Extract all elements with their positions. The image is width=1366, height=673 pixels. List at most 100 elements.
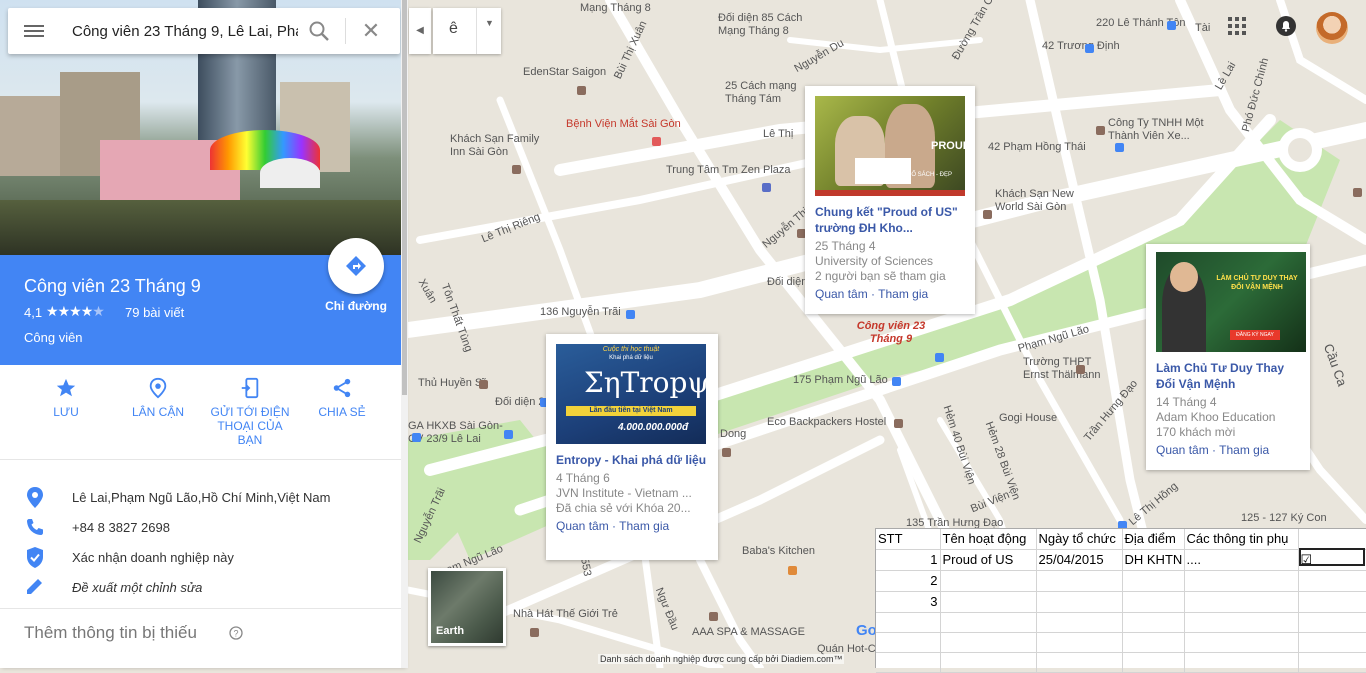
table-cell[interactable]	[876, 612, 941, 633]
shop-pin-icon[interactable]	[762, 183, 771, 192]
claim-row[interactable]: Xác nhận doanh nghiệp này	[0, 543, 404, 573]
event-image[interactable]: PROUD PHỐ SÁCH - ĐẸP	[815, 96, 965, 196]
table-cell[interactable]	[1184, 652, 1299, 673]
school-pin-icon[interactable]	[1076, 365, 1085, 374]
table-cell[interactable]: DH KHTN	[1122, 549, 1185, 571]
hotel-pin-icon[interactable]	[722, 448, 731, 457]
table-cell[interactable]	[940, 591, 1037, 613]
column-header-cell[interactable]: Các thông tin phụ	[1184, 529, 1299, 550]
pin-icon[interactable]	[577, 86, 586, 95]
table-cell[interactable]	[940, 632, 1037, 653]
hotel-pin-icon[interactable]	[894, 419, 903, 428]
event-title[interactable]: Entropy - Khai phá dữ liệu	[556, 452, 708, 468]
table-cell[interactable]	[1122, 591, 1185, 613]
send-to-phone-button[interactable]: GỬI TỚI ĐIỆN THOẠI CỦA BẠN	[205, 377, 295, 447]
event-image[interactable]: LÀM CHỦ TƯ DUY THAY ĐỔI VẬN MỆNH ĐĂNG KÝ…	[1156, 252, 1306, 352]
company-pin-icon[interactable]	[1096, 126, 1105, 135]
event-card[interactable]: LÀM CHỦ TƯ DUY THAY ĐỔI VẬN MỆNH ĐĂNG KÝ…	[1146, 244, 1310, 470]
table-cell[interactable]	[1122, 612, 1185, 633]
table-cell[interactable]	[1184, 591, 1299, 613]
pin-icon[interactable]	[530, 628, 539, 637]
bus-stop-icon[interactable]	[892, 377, 901, 386]
event-image[interactable]: Cuộc thi học thuật Khai phá dữ liệu ΣηTr…	[556, 344, 706, 444]
table-cell[interactable]: 25/04/2015	[1036, 549, 1123, 571]
hotel-pin-icon[interactable]	[983, 210, 992, 219]
search-icon[interactable]	[308, 20, 330, 42]
panel-scrollbar-thumb[interactable]	[402, 0, 407, 395]
pin-icon[interactable]	[1353, 188, 1362, 197]
table-cell[interactable]	[1298, 591, 1366, 613]
table-cell[interactable]	[1122, 632, 1185, 653]
address-row[interactable]: Lê Lai,Phạm Ngũ Lão,Hồ Chí Minh,Việt Nam	[0, 483, 404, 513]
table-cell[interactable]	[876, 632, 941, 653]
column-header-cell[interactable]: Địa điểm	[1122, 529, 1185, 550]
join-link[interactable]: Tham gia	[1219, 443, 1269, 457]
table-cell[interactable]: Proud of US	[940, 549, 1037, 571]
event-card[interactable]: Cuộc thi học thuật Khai phá dữ liệu ΣηTr…	[546, 334, 718, 560]
join-link[interactable]: Tham gia	[878, 287, 928, 301]
table-cell[interactable]	[1036, 652, 1123, 673]
join-link[interactable]: Tham gia	[619, 519, 669, 533]
menu-icon[interactable]	[22, 22, 46, 40]
table-cell[interactable]	[1036, 591, 1123, 613]
bus-stop-icon[interactable]	[626, 310, 635, 319]
avatar[interactable]	[1316, 12, 1348, 44]
interested-link[interactable]: Quan tâm	[815, 287, 868, 301]
directions-label[interactable]: Chỉ đường	[318, 299, 394, 313]
table-cell[interactable]	[940, 612, 1037, 633]
table-cell[interactable]	[1122, 652, 1185, 673]
table-cell[interactable]	[1184, 612, 1299, 633]
table-cell[interactable]: 3	[876, 591, 941, 613]
interested-link[interactable]: Quan tâm	[556, 519, 609, 533]
spreadsheet[interactable]: STT Tên hoạt động Ngày tổ chức Địa điểm Các …	[875, 528, 1366, 673]
table-cell[interactable]	[876, 652, 941, 673]
table-cell[interactable]	[1036, 570, 1123, 592]
table-cell[interactable]	[1036, 632, 1123, 653]
notifications-icon[interactable]	[1276, 16, 1296, 36]
bus-stop-icon[interactable]	[412, 433, 421, 442]
earth-view-toggle[interactable]: Earth	[428, 568, 506, 646]
table-cell[interactable]	[1298, 612, 1366, 633]
suggest-edit-row[interactable]: Đề xuất một chỉnh sửa	[0, 573, 404, 603]
column-header-cell[interactable]	[1298, 529, 1366, 550]
column-header-cell[interactable]: Tên hoạt động	[940, 529, 1037, 550]
interested-link[interactable]: Quan tâm	[1156, 443, 1209, 457]
table-cell[interactable]	[1184, 632, 1299, 653]
table-cell[interactable]	[1122, 570, 1185, 592]
column-header-cell[interactable]: Ngày tổ chức	[1036, 529, 1123, 550]
event-title[interactable]: Làm Chủ Tư Duy Thay Đổi Vận Mệnh	[1156, 360, 1300, 392]
close-icon[interactable]: ✕	[360, 20, 382, 42]
table-cell[interactable]	[940, 652, 1037, 673]
selected-cell[interactable]	[1299, 548, 1365, 566]
table-cell[interactable]: ....	[1184, 549, 1299, 571]
phone-row[interactable]: +84 8 3827 2698	[0, 513, 404, 543]
share-button[interactable]: CHIA SẺ	[297, 377, 387, 419]
bus-stop-icon[interactable]	[1115, 143, 1124, 152]
directions-button[interactable]	[328, 238, 384, 294]
category-label[interactable]: Công viên	[24, 330, 83, 345]
help-icon[interactable]: ?	[229, 626, 243, 640]
restaurant-pin-icon[interactable]	[788, 566, 797, 575]
add-missing-info[interactable]: Thêm thông tin bị thiếu ?	[0, 608, 404, 668]
table-cell[interactable]	[940, 570, 1037, 592]
bus-stop-icon[interactable]	[1085, 44, 1094, 53]
table-cell[interactable]: 1	[876, 549, 941, 571]
apps-grid-icon[interactable]	[1228, 17, 1246, 35]
table-cell[interactable]	[1298, 652, 1366, 673]
save-button[interactable]: LƯU	[21, 377, 111, 419]
event-title[interactable]: Chung kết "Proud of US" trường ĐH Kho...	[815, 204, 965, 236]
table-cell[interactable]: 2	[876, 570, 941, 592]
bus-stop-icon[interactable]	[935, 353, 944, 362]
pin-icon[interactable]	[709, 612, 718, 621]
search-input[interactable]: Công viên 23 Tháng 9, Lê Lai, Phạm Ngũ L…	[72, 23, 298, 40]
bus-stop-icon[interactable]	[504, 430, 513, 439]
table-cell[interactable]	[1184, 570, 1299, 592]
hospital-pin-icon[interactable]	[652, 137, 661, 146]
bus-stop-icon[interactable]	[1167, 21, 1176, 30]
table-cell[interactable]	[1036, 612, 1123, 633]
column-header-cell[interactable]: STT	[876, 529, 941, 550]
nearby-button[interactable]: LÂN CẬN	[113, 377, 203, 419]
table-cell[interactable]	[1298, 570, 1366, 592]
layer-dropdown[interactable]: ê ▼	[433, 8, 501, 54]
collapse-panel-button[interactable]: ◀	[409, 8, 431, 54]
